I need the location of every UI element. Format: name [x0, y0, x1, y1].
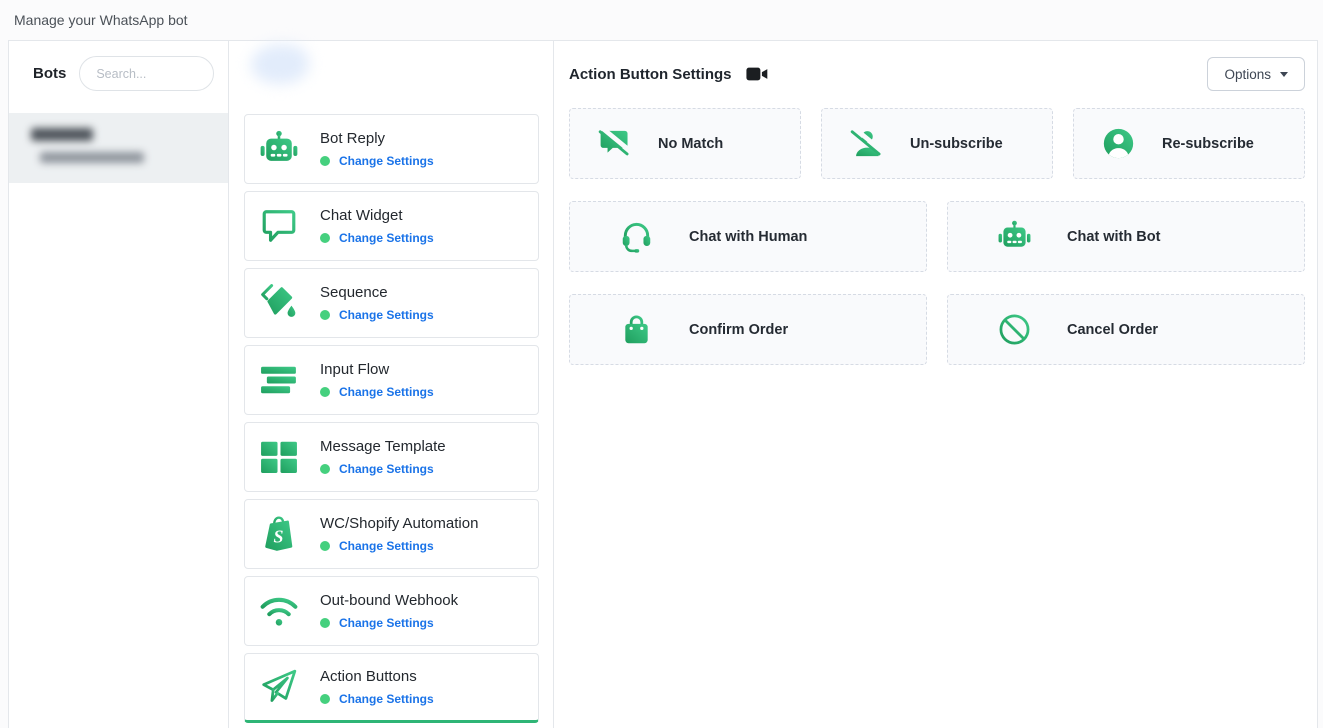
feature-title: Action Buttons: [320, 669, 434, 684]
options-button-label: Options: [1224, 67, 1271, 82]
panel-title: Action Button Settings: [569, 66, 731, 83]
feature-title: Input Flow: [320, 362, 434, 377]
robot-icon: [998, 220, 1031, 253]
panel-header: Action Button Settings Options: [569, 57, 1305, 91]
change-settings-link[interactable]: Change Settings: [339, 692, 434, 706]
feature-card-body: Chat Widget Change Settings: [320, 208, 434, 245]
features-column: Bot Reply Change Settings Chat Widget Ch…: [229, 41, 554, 728]
feature-card-body: Action Buttons Change Settings: [320, 669, 434, 706]
feature-card-body: Bot Reply Change Settings: [320, 131, 434, 168]
action-card-no-match[interactable]: No Match: [569, 108, 801, 179]
action-label: Chat with Bot: [1067, 229, 1160, 245]
action-card-cancel-order[interactable]: Cancel Order: [947, 294, 1305, 365]
status-dot: [320, 233, 330, 243]
feature-card-chat-widget[interactable]: Chat Widget Change Settings: [244, 191, 539, 261]
change-settings-link[interactable]: Change Settings: [339, 154, 434, 168]
feature-card-body: Message Template Change Settings: [320, 439, 446, 476]
change-settings-link[interactable]: Change Settings: [339, 616, 434, 630]
status-dot: [320, 541, 330, 551]
action-card-confirm-order[interactable]: Confirm Order: [569, 294, 927, 365]
bars-icon: [259, 360, 299, 400]
change-settings-link[interactable]: Change Settings: [339, 539, 434, 553]
feature-card-body: Input Flow Change Settings: [320, 362, 434, 399]
action-label: Un-subscribe: [910, 136, 1003, 152]
action-button-settings-panel: Action Button Settings Options: [554, 41, 1320, 728]
user-slash-icon: [850, 127, 883, 160]
bot-phone-redacted: [40, 152, 144, 163]
wifi-icon: [259, 591, 299, 631]
action-label: Cancel Order: [1067, 322, 1158, 338]
bot-name-redacted: [31, 128, 93, 141]
feature-card-input-flow[interactable]: Input Flow Change Settings: [244, 345, 539, 415]
main-wrapper: Bots Bot Reply: [8, 40, 1318, 728]
change-settings-link[interactable]: Change Settings: [339, 231, 434, 245]
change-settings-link[interactable]: Change Settings: [339, 385, 434, 399]
topbar: Manage your WhatsApp bot: [0, 0, 1323, 40]
feature-title: Bot Reply: [320, 131, 434, 146]
robot-icon: [259, 129, 299, 169]
user-circle-icon: [1102, 127, 1135, 160]
feature-title: Sequence: [320, 285, 434, 300]
action-card-chat-with-human[interactable]: Chat with Human: [569, 201, 927, 272]
action-row-1: No Match Un-subscribe: [569, 108, 1305, 179]
status-dot: [320, 694, 330, 704]
shopping-bag-icon: [620, 313, 653, 346]
caret-down-icon: [1280, 72, 1288, 77]
action-label: No Match: [658, 136, 723, 152]
feature-card-body: Sequence Change Settings: [320, 285, 434, 322]
shopify-icon: S: [259, 514, 299, 554]
ban-icon: [998, 313, 1031, 346]
change-settings-link[interactable]: Change Settings: [339, 462, 434, 476]
action-label: Re-subscribe: [1162, 136, 1254, 152]
bot-list-item-selected[interactable]: [9, 113, 228, 183]
feature-title: Out-bound Webhook: [320, 593, 458, 608]
feature-card-message-template[interactable]: Message Template Change Settings: [244, 422, 539, 492]
redacted-blob: [251, 44, 309, 84]
options-button[interactable]: Options: [1207, 57, 1305, 91]
status-dot: [320, 156, 330, 166]
comment-slash-icon: [598, 127, 631, 160]
feature-card-sequence[interactable]: Sequence Change Settings: [244, 268, 539, 338]
status-dot: [320, 310, 330, 320]
chat-bubble-icon: [259, 206, 299, 246]
feature-card-bot-reply[interactable]: Bot Reply Change Settings: [244, 114, 539, 184]
feature-card-shopify-automation[interactable]: S WC/Shopify Automation Change Settings: [244, 499, 539, 569]
fill-drip-icon: [259, 283, 299, 323]
status-dot: [320, 387, 330, 397]
action-label: Confirm Order: [689, 322, 788, 338]
action-card-chat-with-bot[interactable]: Chat with Bot: [947, 201, 1305, 272]
paper-plane-icon: [259, 667, 299, 707]
headset-icon: [620, 220, 653, 253]
action-row-2: Chat with Human Chat with Bot: [569, 201, 1305, 272]
feature-title: Message Template: [320, 439, 446, 454]
action-card-un-subscribe[interactable]: Un-subscribe: [821, 108, 1053, 179]
feature-title: WC/Shopify Automation: [320, 516, 478, 531]
action-label: Chat with Human: [689, 229, 807, 245]
status-dot: [320, 618, 330, 628]
action-card-re-subscribe[interactable]: Re-subscribe: [1073, 108, 1305, 179]
feature-card-action-buttons[interactable]: Action Buttons Change Settings: [244, 653, 539, 723]
bots-sidebar: Bots: [9, 41, 229, 728]
change-settings-link[interactable]: Change Settings: [339, 308, 434, 322]
feature-card-body: Out-bound Webhook Change Settings: [320, 593, 458, 630]
grid-icon: [259, 437, 299, 477]
feature-card-body: WC/Shopify Automation Change Settings: [320, 516, 478, 553]
action-row-3: Confirm Order Cancel Order: [569, 294, 1305, 365]
feature-title: Chat Widget: [320, 208, 434, 223]
status-dot: [320, 464, 330, 474]
bots-heading: Bots: [33, 65, 66, 82]
video-camera-icon[interactable]: [746, 66, 768, 82]
svg-text:S: S: [273, 526, 283, 546]
page-title: Manage your WhatsApp bot: [14, 12, 188, 28]
bots-search-input[interactable]: [79, 56, 214, 91]
feature-card-outbound-webhook[interactable]: Out-bound Webhook Change Settings: [244, 576, 539, 646]
bots-sidebar-header: Bots: [9, 41, 228, 113]
